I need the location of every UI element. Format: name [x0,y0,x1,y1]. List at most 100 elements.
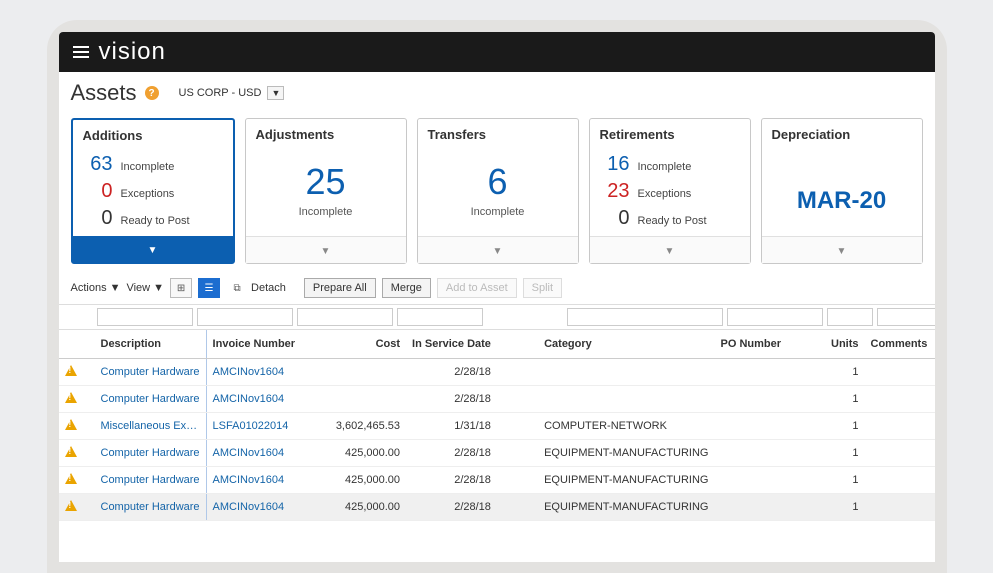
tile-adjustments[interactable]: Adjustments 25 Incomplete ▼ [245,118,407,264]
cell-units: 1 [815,413,865,440]
assets-table: Description Invoice Number Cost In Servi… [59,330,935,521]
tile-title: Adjustments [246,119,406,146]
cell-date: 2/28/18 [406,386,497,413]
filter-po[interactable] [727,308,823,326]
brand-logo: vision [99,38,166,66]
cell-description[interactable]: Computer Hardware [95,386,207,413]
table-row[interactable]: Computer HardwareAMCINov1604425,000.002/… [59,440,935,467]
warning-icon [65,473,77,484]
view-menu[interactable]: View ▼ [126,282,164,294]
tile-exceptions-count: 23 [600,180,630,203]
help-icon[interactable]: ? [145,86,159,100]
col-cost[interactable]: Cost [306,330,406,359]
tile-depreciation[interactable]: Depreciation MAR-20 ▼ [761,118,923,264]
cell-category: EQUIPMENT-MANUFACTURING [538,494,714,521]
cell-description[interactable]: Computer Hardware [95,467,207,494]
chevron-down-icon: ▼ [110,282,121,294]
cell-cost: 425,000.00 [306,494,406,521]
chevron-down-icon: ▼ [837,246,847,257]
filter-date[interactable] [397,308,483,326]
cell-invoice[interactable]: AMCINov1604 [206,359,306,386]
cell-invoice[interactable]: AMCINov1604 [206,494,306,521]
cell-description[interactable]: Computer Hardware [95,494,207,521]
tile-big-label: Incomplete [256,206,396,218]
col-in-service[interactable]: In Service Date [406,330,497,359]
tile-exceptions-label: Exceptions [121,188,175,200]
top-bar: vision [59,32,935,72]
tile-transfers[interactable]: Transfers 6 Incomplete ▼ [417,118,579,264]
tile-expand[interactable]: ▼ [246,236,406,263]
cell-po [715,440,815,467]
tile-additions[interactable]: Additions 63Incomplete 0Exceptions 0Read… [71,118,235,264]
book-selector[interactable]: US CORP - USD ▼ [179,86,285,100]
cell-invoice[interactable]: AMCINov1604 [206,386,306,413]
tile-incomplete-count: 16 [600,153,630,176]
tile-incomplete-count: 63 [83,153,113,176]
filter-cost[interactable] [297,308,393,326]
filter-invoice[interactable] [197,308,293,326]
cell-category: EQUIPMENT-MANUFACTURING [538,440,714,467]
tile-retirements[interactable]: Retirements 16Incomplete 23Exceptions 0R… [589,118,751,264]
cell-units: 1 [815,494,865,521]
col-units[interactable]: Units [815,330,865,359]
cell-po [715,359,815,386]
app-window: vision Assets ? US CORP - USD ▼ Addition… [59,32,935,562]
cell-invoice[interactable]: AMCINov1604 [206,467,306,494]
cell-invoice[interactable]: LSFA01022014 [206,413,306,440]
col-comments[interactable]: Comments [865,330,935,359]
cell-po [715,494,815,521]
tile-ready-label: Ready to Post [121,215,190,227]
tile-big-count: 25 [256,164,396,200]
cell-description[interactable]: Computer Hardware [95,440,207,467]
actions-menu[interactable]: Actions ▼ [71,282,121,294]
cell-description[interactable]: Miscellaneous Ex… [95,413,207,440]
infotile-row: Additions 63Incomplete 0Exceptions 0Read… [59,110,935,264]
col-invoice[interactable]: Invoice Number [206,330,306,359]
tile-exceptions-count: 0 [83,180,113,203]
tile-expand[interactable]: ▼ [418,236,578,263]
cell-date: 2/28/18 [406,494,497,521]
tile-expand[interactable]: ▼ [762,236,922,263]
tile-expand[interactable]: ▼ [73,236,233,262]
warning-icon [65,500,77,511]
page-title: Assets [71,80,137,106]
tile-big-label: Incomplete [428,206,568,218]
filter-units[interactable] [827,308,873,326]
merge-button[interactable]: Merge [382,278,431,298]
tile-expand[interactable]: ▼ [590,236,750,263]
cell-cost [306,359,406,386]
col-category[interactable]: Category [538,330,714,359]
format-icon[interactable]: ⊞ [170,278,192,298]
chevron-down-icon[interactable]: ▼ [267,86,284,100]
warning-icon [65,419,77,430]
col-description[interactable]: Description [95,330,207,359]
table-row[interactable]: Computer HardwareAMCINov16042/28/181 [59,386,935,413]
table-toolbar: Actions ▼ View ▼ ⊞ ☰ ⧉Detach Prepare All… [59,264,935,304]
cell-invoice[interactable]: AMCINov1604 [206,440,306,467]
cell-comments [865,467,935,494]
tile-incomplete-label: Incomplete [121,161,175,173]
filter-description[interactable] [97,308,193,326]
tile-title: Transfers [418,119,578,146]
table-row[interactable]: Computer HardwareAMCINov16042/28/181 [59,359,935,386]
detach-button[interactable]: ⧉Detach [226,278,286,298]
col-warning [59,330,95,359]
tile-ready-label: Ready to Post [638,215,707,227]
edit-columns-icon[interactable]: ☰ [198,278,220,298]
table-row[interactable]: Computer HardwareAMCINov1604425,000.002/… [59,467,935,494]
laptop-frame: vision Assets ? US CORP - USD ▼ Addition… [47,20,947,573]
cell-description[interactable]: Computer Hardware [95,359,207,386]
chevron-down-icon: ▼ [321,246,331,257]
menu-icon[interactable] [73,46,89,58]
prepare-all-button[interactable]: Prepare All [304,278,376,298]
filter-comments[interactable] [877,308,935,326]
chevron-down-icon: ▼ [148,245,158,256]
cell-comments [865,359,935,386]
chevron-down-icon: ▼ [493,246,503,257]
cell-category: COMPUTER-NETWORK [538,413,714,440]
filter-category[interactable] [567,308,723,326]
cell-date: 2/28/18 [406,467,497,494]
table-row[interactable]: Miscellaneous Ex…LSFA010220143,602,465.5… [59,413,935,440]
col-po[interactable]: PO Number [715,330,815,359]
table-row[interactable]: Computer HardwareAMCINov1604425,000.002/… [59,494,935,521]
